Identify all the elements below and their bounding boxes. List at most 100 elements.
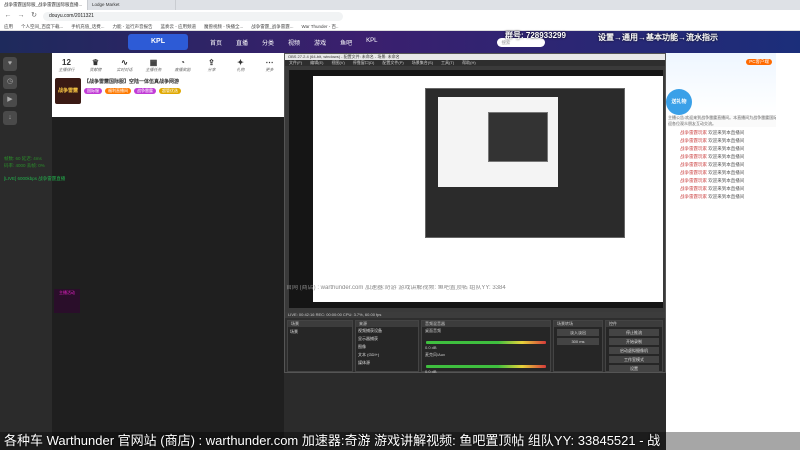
right-toolbar xyxy=(776,53,800,450)
live-status-line: [LIVE] 6000kbps 战争雷霆直播 xyxy=(4,176,66,181)
nav-home[interactable]: 首页 xyxy=(210,38,222,47)
bookmark[interactable]: 力能 - 运行声音报告 xyxy=(113,22,153,30)
start-record-button[interactable]: 开始录制 xyxy=(609,338,659,345)
obs-menu-item[interactable]: 文件(F) xyxy=(289,60,302,66)
nav-live[interactable]: 直播 xyxy=(236,38,248,47)
download-icon[interactable]: ↓ xyxy=(3,111,17,125)
source-item[interactable]: 显示器捕获 xyxy=(356,335,418,343)
follow-icon[interactable]: ♥ xyxy=(3,57,17,71)
url-input[interactable]: douyu.com/2011321 xyxy=(43,11,343,21)
stream-stats: 帧数: 60 延迟: 4ms 码率: 4000 丢帧: 0% xyxy=(4,156,45,168)
bookmark[interactable]: 魔兽视频 - 快播全... xyxy=(204,22,243,30)
mixer-dock: 音频混音器 桌面音频 0.0 dB 麦克风/Aux 0.0 dB xyxy=(421,320,551,374)
controls-dock: 控件 停止推流 开始录制 启动虚拟摄像机 工作室模式 设置 xyxy=(605,320,663,372)
streamer-stats-row: 12 主播排行 ♛ 贡献榜 ∿ 实时对话 ▦ 主播任务 ◔ 直播奖励 ⇪ 分享 ✦ 礼物 ⋯ 更… xyxy=(52,53,284,75)
nested-capture xyxy=(425,88,625,238)
obs-menu-item[interactable]: 场景集合(S) xyxy=(412,60,433,66)
obs-menu-item[interactable]: 帮助(H) xyxy=(462,60,476,66)
nested-capture-inner xyxy=(438,97,558,187)
wave-icon: ∿ xyxy=(121,58,128,67)
source-item[interactable]: 图像 xyxy=(356,343,418,351)
nav-kpl[interactable]: KPL xyxy=(366,38,377,47)
bookmark[interactable]: 战争雷霆_战争雷霆... xyxy=(251,22,293,30)
source-item[interactable]: 媒体源 xyxy=(356,359,418,367)
video-player[interactable] xyxy=(52,117,284,450)
transitions-dock-title: 场景转场 xyxy=(554,321,602,327)
bookmark[interactable]: War Thunder - 百.. xyxy=(302,22,339,30)
browser-tab[interactable]: 战争雷霆国际服_战争雷霆国际服直播... xyxy=(0,0,88,10)
forward-icon[interactable]: → xyxy=(17,12,25,20)
reload-icon[interactable]: ↻ xyxy=(30,12,38,20)
site-nav: 首页 直播 分类 视频 游戏 鱼吧 KPL xyxy=(210,38,377,47)
sources-dock: 来源 视频捕获设备 显示器捕获 图像 文本 (GDI+) 媒体源 xyxy=(355,320,419,372)
settings-button[interactable]: 设置 xyxy=(609,365,659,372)
source-item[interactable]: 视频捕获设备 xyxy=(356,327,418,335)
browser-tab-bar: 战争雷霆国际服_战争雷霆国际服直播... Lodge Market xyxy=(0,0,800,10)
share-stat[interactable]: ⇪ 分享 xyxy=(201,58,223,75)
room-tag[interactable]: 国际服 xyxy=(84,88,102,94)
chat-stat[interactable]: ∿ 实时对话 xyxy=(114,58,136,75)
obs-menu-item[interactable]: 视图(V) xyxy=(331,60,344,66)
obs-menu-item[interactable]: 工具(T) xyxy=(441,60,454,66)
settings-hint-overlay: 设置→通用→基本功能→流水指示 xyxy=(598,33,718,42)
scene-item[interactable]: 场景 xyxy=(288,327,352,337)
history-icon[interactable]: ◷ xyxy=(3,75,17,89)
anchor-activity-card[interactable]: 主播活动 xyxy=(54,289,80,313)
stop-stream-button[interactable]: 停止推流 xyxy=(609,329,659,336)
captured-screen xyxy=(313,76,663,302)
room-tag[interactable]: 福利直播间 xyxy=(105,88,131,94)
transitions-dock: 场景转场 淡入淡出 300 ms xyxy=(553,320,603,372)
mixer-channel-name: 桌面音频 xyxy=(425,328,441,333)
pc-client-button[interactable]: PC客户端 xyxy=(746,59,772,65)
gift-stat[interactable]: ✦ 礼物 xyxy=(230,58,252,75)
nav-games[interactable]: 游戏 xyxy=(314,38,326,47)
studio-mode-button[interactable]: 工作室模式 xyxy=(609,356,659,363)
obs-preview[interactable] xyxy=(289,70,663,308)
transition-select[interactable]: 淡入淡出 xyxy=(557,329,599,336)
room-tag[interactable]: 超管优选 xyxy=(159,88,181,94)
task-stat[interactable]: ▦ 主播任务 xyxy=(143,58,165,75)
bookmark[interactable]: 个人空间_百度下载... xyxy=(21,22,63,30)
trophy-icon: ♛ xyxy=(91,58,100,67)
gift-button[interactable]: 送礼物 xyxy=(666,89,692,115)
obs-menu-item[interactable]: 配置文件(P) xyxy=(382,60,403,66)
address-bar: ← → ↻ douyu.com/2011321 xyxy=(0,10,800,22)
games-icon[interactable]: ▶ xyxy=(3,93,17,107)
source-item[interactable]: 文本 (GDI+) xyxy=(356,351,418,359)
group-number-overlay: 群号: 728933299 xyxy=(505,31,566,40)
more-stat[interactable]: ⋯ 更多 xyxy=(259,58,281,75)
bookmark[interactable]: 蓝奏云 - 应用频道 xyxy=(161,22,197,30)
streamer-avatar[interactable]: 战争雷霆 xyxy=(55,78,81,104)
bookmarks-bar: 应用 个人空间_百度下载... 手机充值_话费... 力能 - 运行声音报告 蓝… xyxy=(0,22,800,31)
bottom-ticker: 各种车 Warthunder 官网站 (商店) : warthunder.com… xyxy=(0,432,800,450)
reward-stat[interactable]: ◔ 直播奖励 xyxy=(172,58,194,75)
rank-stat[interactable]: 12 主播排行 xyxy=(56,58,78,75)
browser-tab[interactable]: Lodge Market xyxy=(88,0,176,10)
mixer-channel-db: 0.0 dB xyxy=(425,369,437,374)
more-icon: ⋯ xyxy=(265,58,274,67)
scenes-dock: 场景 场景 xyxy=(287,320,353,372)
room-tag[interactable]: 战争雷霆 xyxy=(134,88,156,94)
nav-video[interactable]: 视频 xyxy=(288,38,300,47)
obs-status-bar: LIVE: 00:42:16 REC: 00:00:00 CPU: 3.7%, … xyxy=(285,312,665,318)
nav-category[interactable]: 分类 xyxy=(262,38,274,47)
nav-forum[interactable]: 鱼吧 xyxy=(340,38,352,47)
nested-capture-core xyxy=(488,112,548,162)
obs-menu-item[interactable]: 编辑(E) xyxy=(310,60,323,66)
bookmark[interactable]: 手机充值_话费... xyxy=(71,22,104,30)
streamer-panel: 12 主播排行 ♛ 贡献榜 ∿ 实时对话 ▦ 主播任务 ◔ 直播奖励 ⇪ 分享 ✦ 礼物 ⋯ 更… xyxy=(52,53,284,450)
bookmark[interactable]: 应用 xyxy=(4,22,13,30)
calendar-icon: ▦ xyxy=(149,58,158,67)
virtual-camera-button[interactable]: 启动虚拟摄像机 xyxy=(609,347,659,354)
back-icon[interactable]: ← xyxy=(4,12,12,20)
mixer-channel-name: 麦克风/Aux xyxy=(425,352,446,357)
site-logo[interactable]: KPL xyxy=(128,34,188,50)
obs-menu-item[interactable]: 停靠窗口(D) xyxy=(353,60,375,66)
share-icon: ⇪ xyxy=(208,58,215,67)
duration-input[interactable]: 300 ms xyxy=(557,338,599,345)
room-title: 【战争雷霆国际服】空陆一体伍真战争网游 xyxy=(84,79,180,85)
obs-docks: LIVE: 00:42:16 REC: 00:00:00 CPU: 3.7%, … xyxy=(285,312,665,374)
mixer-channel-db: 0.0 dB xyxy=(425,345,437,350)
obs-scrolling-overlay: 官网 (商店) : warthunder.com 加速器:奇游 游戏讲解视频: … xyxy=(286,285,506,291)
contrib-stat[interactable]: ♛ 贡献榜 xyxy=(85,58,107,75)
